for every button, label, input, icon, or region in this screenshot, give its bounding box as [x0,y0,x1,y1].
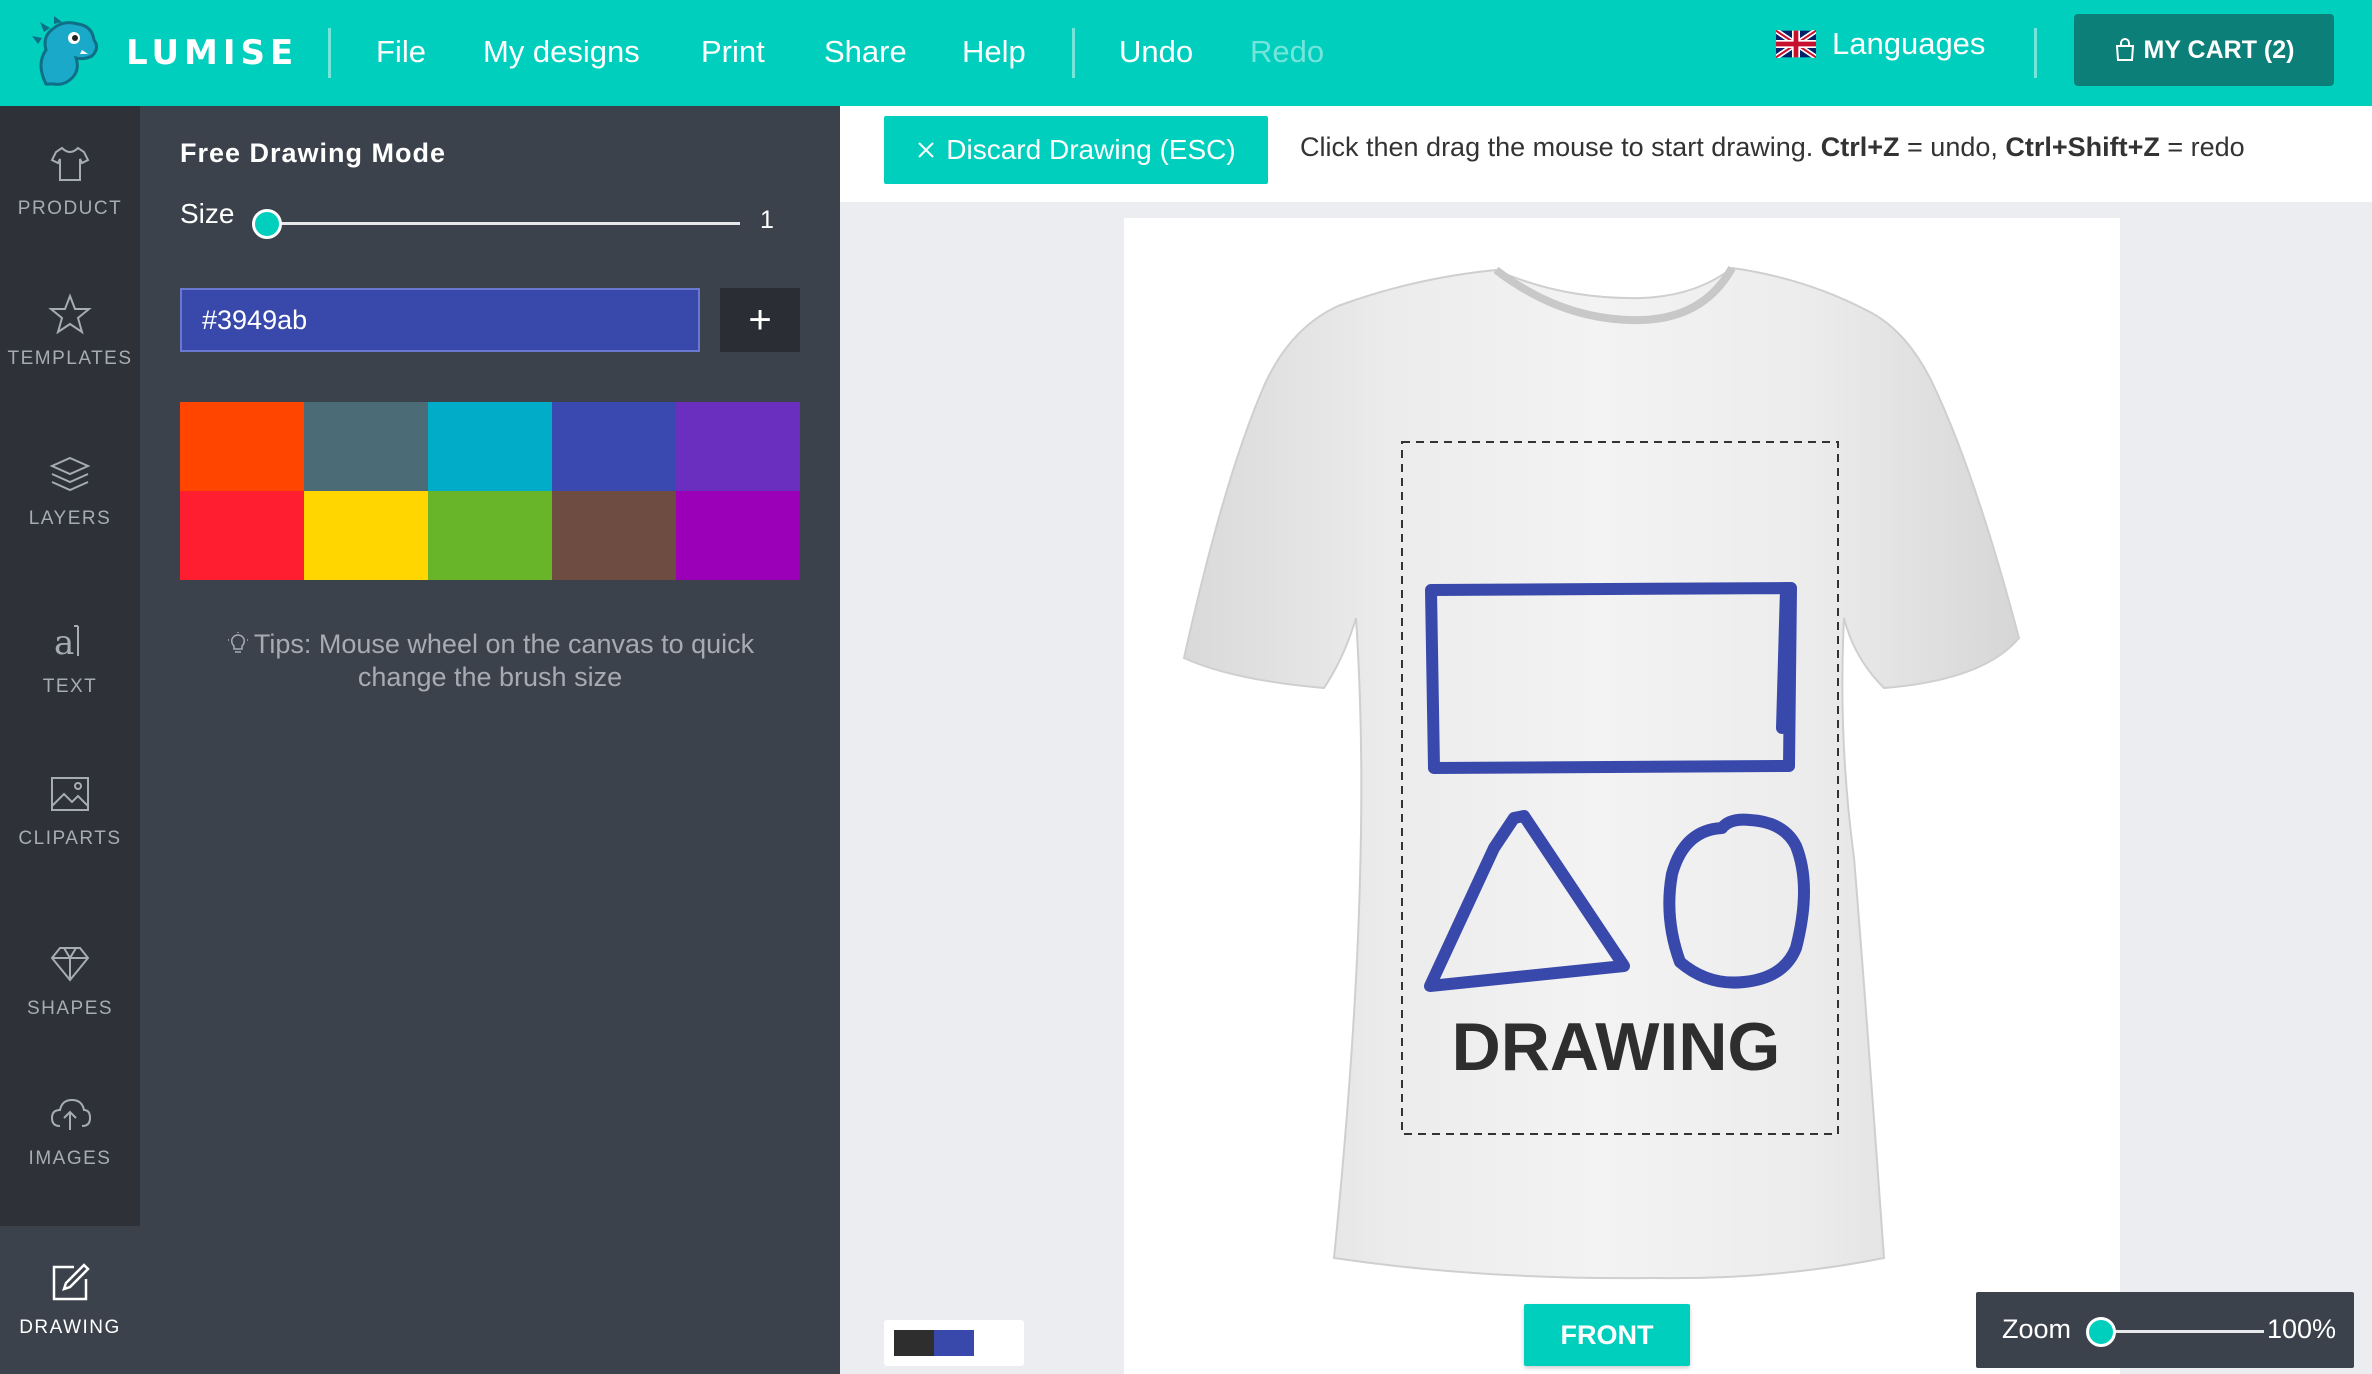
color-swatch[interactable] [180,491,304,580]
color-swatch[interactable] [552,491,676,580]
nav-label: TEMPLATES [7,348,133,369]
menu-help[interactable]: Help [962,30,1026,74]
nav-text[interactable]: a TEXT [0,584,140,734]
design-text[interactable]: DRAWING [1452,1009,1781,1085]
nav-label: PRODUCT [17,198,123,219]
cart-label: MY CART (2) [2143,35,2295,64]
nav-label: IMAGES [28,1148,112,1169]
color-swatch[interactable] [428,491,552,580]
color-swatch[interactable] [304,491,428,580]
zoom-value: 100% [2266,1314,2336,1344]
left-nav: PRODUCT TEMPLATES LAYERS a TEXT CLIPARTS… [0,106,140,1226]
color-swatch[interactable] [676,491,800,580]
undo-button[interactable]: Undo [1119,30,1193,74]
size-label: Size [180,198,235,229]
tshirt-canvas[interactable]: DRAWING [1124,218,2120,1374]
nav-layers[interactable]: LAYERS [0,416,140,566]
size-slider-track[interactable] [266,222,740,225]
color-swatch[interactable] [180,402,304,491]
diamond-icon [50,947,90,982]
tips-label: Tips: Mouse wheel on the canvas to quick… [253,629,755,692]
menu-print[interactable]: Print [701,30,765,74]
nav-label: SHAPES [26,998,114,1019]
lightbulb-icon [227,632,248,653]
tshirt-icon [50,146,90,181]
shopping-bag-icon [2115,38,2134,61]
close-icon [918,142,935,158]
add-color-button[interactable]: + [720,288,800,352]
uk-flag-icon [1776,30,1816,58]
nav-shapes[interactable]: SHAPES [0,906,140,1056]
nav-label: LAYERS [28,508,112,529]
nav-label: DRAWING [19,1317,121,1338]
redo-button[interactable]: Redo [1250,30,1324,74]
logo[interactable]: LUMISE [28,14,298,92]
recent-color-2[interactable] [934,1330,974,1356]
size-value: 1 [760,206,774,234]
text-icon: a [54,623,79,663]
menu-share[interactable]: Share [824,30,907,74]
recent-colors [884,1320,1024,1366]
design-stage[interactable]: DRAWING [1124,218,2120,1374]
layers-icon [49,456,91,492]
nav-drawing[interactable]: DRAWING [0,1226,140,1374]
menu-my-designs[interactable]: My designs [483,30,640,74]
nav-product[interactable]: PRODUCT [0,106,140,256]
zoom-control: Zoom 100% [1976,1292,2354,1368]
cart-button[interactable]: MY CART (2) [2074,14,2334,86]
top-bar: LUMISE File My designs Print Share Help … [0,0,2372,106]
star-icon [48,293,92,335]
divider [328,28,331,78]
nav-label: TEXT [42,676,98,697]
image-icon [51,777,89,811]
color-swatch[interactable] [428,402,552,491]
discard-label: Discard Drawing (ESC) [946,134,1236,165]
size-slider-thumb[interactable] [252,209,282,239]
recent-color-1[interactable] [894,1330,934,1356]
cloud-upload-icon [50,1098,92,1130]
drawing-toolbar: Discard Drawing (ESC) Click then drag th… [840,106,2372,202]
nav-images[interactable]: IMAGES [0,1056,140,1206]
edit-icon [52,1263,90,1301]
color-swatch[interactable] [676,402,800,491]
tips-text: Tips: Mouse wheel on the canvas to quick… [180,628,800,694]
color-swatches [180,402,800,580]
nav-templates[interactable]: TEMPLATES [0,256,140,406]
language-selector[interactable]: Languages [1776,26,1985,62]
menu-file[interactable]: File [376,30,426,74]
front-view-button[interactable]: FRONT [1524,1304,1690,1366]
divider [2034,28,2037,78]
svg-text:a: a [54,623,74,663]
zoom-label: Zoom [2002,1314,2072,1344]
color-swatch[interactable] [552,402,676,491]
nav-cliparts[interactable]: CLIPARTS [0,736,140,886]
zoom-slider-track[interactable] [2102,1330,2264,1333]
dinosaur-logo-icon [32,16,99,86]
drawing-hint: Click then drag the mouse to start drawi… [1300,132,2245,162]
nav-label: CLIPARTS [18,828,122,849]
app-name: LUMISE [126,33,299,73]
zoom-slider-thumb[interactable] [2086,1317,2116,1347]
languages-label: Languages [1832,26,1986,61]
color-hex-input[interactable]: #3949ab [180,288,700,352]
tshirt-body [1182,266,2021,1280]
divider [1072,28,1075,78]
color-swatch[interactable] [304,402,428,491]
drawing-panel: Free Drawing Mode Size 1 #3949ab + Tips:… [140,106,840,1374]
panel-title: Free Drawing Mode [180,138,447,168]
discard-drawing-button[interactable]: Discard Drawing (ESC) [884,116,1268,184]
